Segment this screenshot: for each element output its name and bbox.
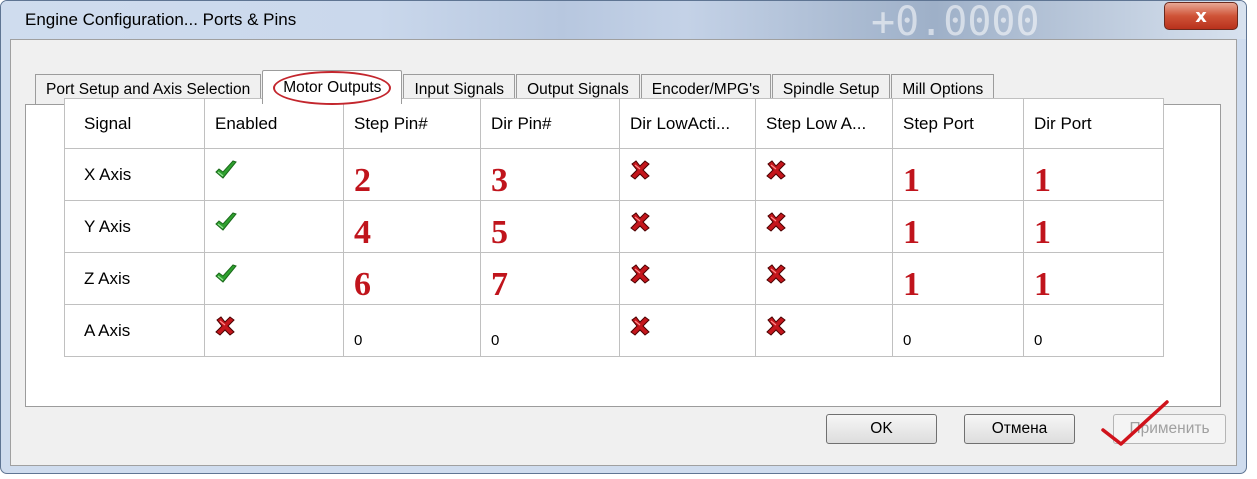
column-header-enabled[interactable]: Enabled: [204, 98, 344, 149]
cell-dir-port-value: 1: [1034, 161, 1051, 199]
cell-step-pin[interactable]: 0: [343, 304, 481, 357]
signal-name: X Axis: [84, 164, 132, 184]
table-row[interactable]: X Axis 2 3 1 1: [64, 148, 1164, 201]
cell-step-low-active[interactable]: [755, 148, 893, 201]
tab-label: Motor Outputs: [273, 70, 392, 105]
cell-dir-pin[interactable]: 0: [480, 304, 620, 357]
tab-label: Mill Options: [902, 80, 984, 98]
cell-dir-low-active[interactable]: [619, 148, 756, 201]
cell-signal[interactable]: A Axis: [64, 304, 205, 357]
cell-step-port-value: 1: [903, 161, 920, 199]
cell-dir-port[interactable]: 1: [1023, 252, 1164, 305]
cell-dir-port-value: 1: [1034, 265, 1051, 303]
motor-outputs-grid: Signal Enabled Step Pin# Dir Pin# Dir Lo…: [64, 98, 1164, 357]
red-x-icon[interactable]: [630, 159, 650, 185]
checkmark-annotation-icon: [1101, 400, 1169, 446]
red-x-icon[interactable]: [630, 315, 650, 341]
cell-dir-pin[interactable]: 5: [480, 200, 620, 253]
cell-step-port-value: 1: [903, 213, 920, 251]
ok-button-label: OK: [870, 420, 893, 437]
cell-step-low-active[interactable]: [755, 200, 893, 253]
grid-body: X Axis 2 3 1 1 Y Axis 4 5 1 1 Z Axis 6 7 1 1 A Axis 0 0 0 0: [64, 148, 1164, 357]
cell-step-pin[interactable]: 6: [343, 252, 481, 305]
cell-step-pin-value: 2: [354, 161, 371, 199]
cell-enabled[interactable]: [204, 200, 344, 253]
cell-dir-port-value: 0: [1034, 331, 1043, 349]
cell-dir-pin-value: 0: [491, 331, 500, 349]
green-check-icon[interactable]: [215, 159, 237, 185]
tab-label: Input Signals: [414, 80, 505, 98]
signal-name: Z Axis: [84, 268, 131, 288]
column-header-dir-low-active[interactable]: Dir LowActi...: [619, 98, 756, 149]
cell-dir-pin-value: 7: [491, 265, 508, 303]
red-x-icon[interactable]: [766, 159, 786, 185]
cell-step-low-active[interactable]: [755, 252, 893, 305]
cell-dir-pin[interactable]: 7: [480, 252, 620, 305]
column-header-step-low-active[interactable]: Step Low A...: [755, 98, 893, 149]
red-x-icon[interactable]: [766, 263, 786, 289]
cell-enabled[interactable]: [204, 304, 344, 357]
red-x-icon[interactable]: [766, 315, 786, 341]
column-header-signal[interactable]: Signal: [64, 98, 205, 149]
cell-step-pin-value: 4: [354, 213, 371, 251]
cell-signal[interactable]: X Axis: [64, 148, 205, 201]
cell-step-pin-value: 6: [354, 265, 371, 303]
cell-enabled[interactable]: [204, 252, 344, 305]
grid-header-row: Signal Enabled Step Pin# Dir Pin# Dir Lo…: [64, 98, 1164, 149]
green-check-icon[interactable]: [215, 211, 237, 237]
close-button[interactable]: x: [1164, 2, 1238, 30]
cancel-button-label: Отмена: [991, 420, 1048, 437]
tab-motor-outputs[interactable]: Motor Outputs: [262, 70, 403, 105]
close-icon: x: [1195, 5, 1207, 27]
dialog-window: +0.0000 Engine Configuration... Ports & …: [0, 0, 1247, 474]
signal-name: Y Axis: [84, 216, 131, 236]
table-row[interactable]: Y Axis 4 5 1 1: [64, 200, 1164, 253]
red-x-icon[interactable]: [215, 315, 235, 341]
cell-dir-low-active[interactable]: [619, 252, 756, 305]
cell-dir-port[interactable]: 1: [1023, 148, 1164, 201]
window-title: Engine Configuration... Ports & Pins: [25, 10, 297, 29]
red-x-icon[interactable]: [630, 211, 650, 237]
title-bar[interactable]: +0.0000 Engine Configuration... Ports & …: [1, 1, 1246, 45]
cell-signal[interactable]: Y Axis: [64, 200, 205, 253]
tab-label: Encoder/MPG's: [651, 80, 760, 98]
tab-label: Spindle Setup: [782, 80, 880, 98]
red-x-icon[interactable]: [630, 263, 650, 289]
cell-dir-port-value: 1: [1034, 213, 1051, 251]
tab-label: Port Setup and Axis Selection: [46, 80, 251, 98]
signal-name: A Axis: [84, 320, 131, 340]
cell-dir-port[interactable]: 0: [1023, 304, 1164, 357]
table-row[interactable]: Z Axis 6 7 1 1: [64, 252, 1164, 305]
cell-step-pin[interactable]: 2: [343, 148, 481, 201]
cell-dir-low-active[interactable]: [619, 200, 756, 253]
cell-step-pin[interactable]: 4: [343, 200, 481, 253]
cell-dir-pin-value: 5: [491, 213, 508, 251]
cell-step-port-value: 0: [903, 331, 912, 349]
cell-step-port[interactable]: 1: [892, 148, 1024, 201]
tab-label: Output Signals: [527, 80, 629, 98]
column-header-step-port[interactable]: Step Port: [892, 98, 1024, 149]
column-header-step-pin[interactable]: Step Pin#: [343, 98, 481, 149]
cell-step-low-active[interactable]: [755, 304, 893, 357]
cell-step-pin-value: 0: [354, 331, 363, 349]
cell-dir-low-active[interactable]: [619, 304, 756, 357]
cancel-button[interactable]: Отмена: [964, 414, 1075, 444]
cell-signal[interactable]: Z Axis: [64, 252, 205, 305]
table-row[interactable]: A Axis 0 0 0 0: [64, 304, 1164, 357]
column-header-dir-pin[interactable]: Dir Pin#: [480, 98, 620, 149]
red-x-icon[interactable]: [766, 211, 786, 237]
cell-step-port[interactable]: 1: [892, 200, 1024, 253]
cell-step-port[interactable]: 1: [892, 252, 1024, 305]
column-header-dir-port[interactable]: Dir Port: [1023, 98, 1164, 149]
cell-enabled[interactable]: [204, 148, 344, 201]
cell-step-port-value: 1: [903, 265, 920, 303]
cell-step-port[interactable]: 0: [892, 304, 1024, 357]
cell-dir-pin-value: 3: [491, 161, 508, 199]
ok-button[interactable]: OK: [826, 414, 937, 444]
cell-dir-port[interactable]: 1: [1023, 200, 1164, 253]
green-check-icon[interactable]: [215, 263, 237, 289]
cell-dir-pin[interactable]: 3: [480, 148, 620, 201]
